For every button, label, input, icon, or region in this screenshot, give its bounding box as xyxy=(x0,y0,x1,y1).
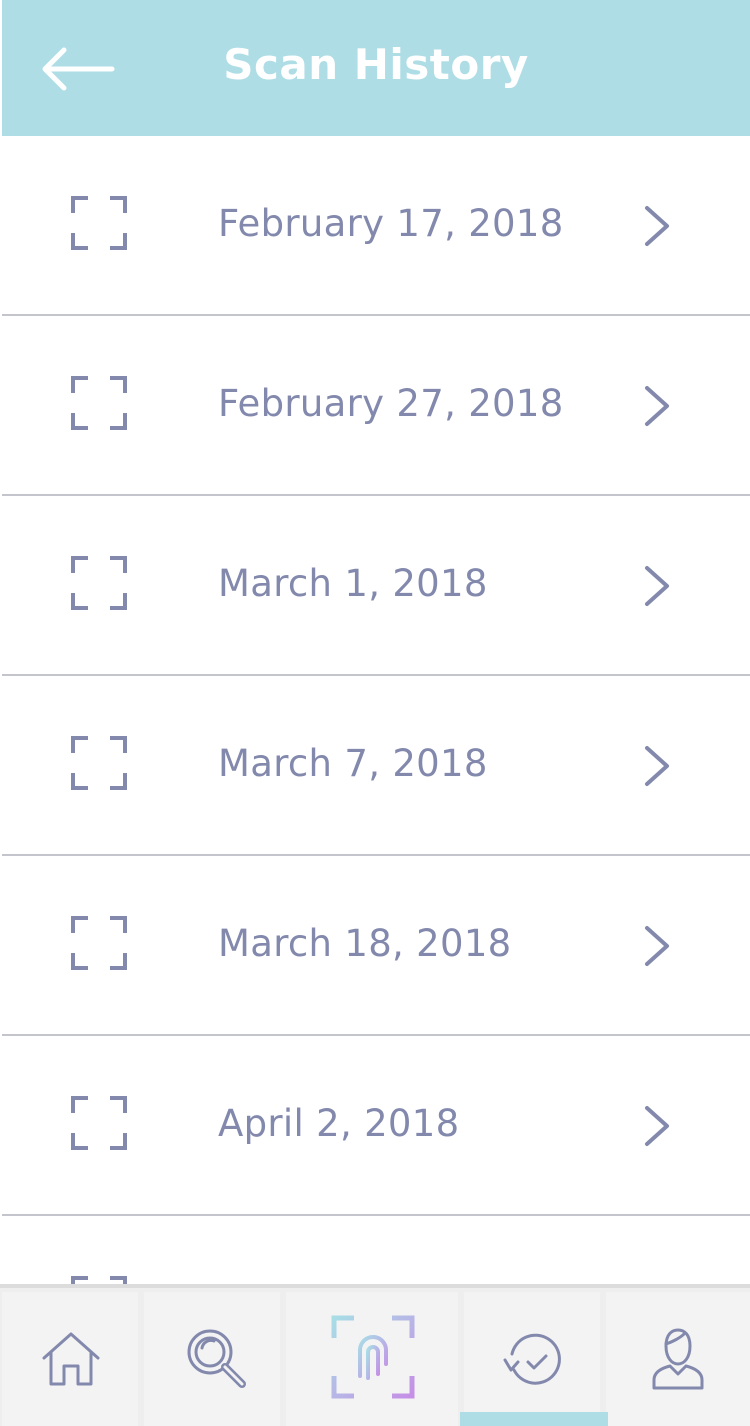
scan-frame-icon xyxy=(71,1276,127,1284)
scan-history-list: February 17, 2018 February 27, 2018 Marc… xyxy=(2,136,750,1284)
bottom-tab-bar xyxy=(0,1284,750,1426)
scan-date: April 2, 2018 xyxy=(218,1102,460,1145)
scan-history-row[interactable]: March 1, 2018 xyxy=(2,496,750,676)
scan-history-row[interactable]: March 7, 2018 xyxy=(2,676,750,856)
fingerprint-scan-icon xyxy=(331,1315,415,1399)
scan-date: March 18, 2018 xyxy=(218,922,512,965)
chevron-right-icon xyxy=(645,206,669,246)
scan-frame-icon xyxy=(71,196,127,250)
tab-profile[interactable] xyxy=(606,1292,750,1426)
scan-frame-icon xyxy=(71,1096,127,1150)
scan-frame-icon xyxy=(71,376,127,430)
chevron-right-icon xyxy=(645,566,669,606)
chevron-right-icon xyxy=(645,746,669,786)
tab-home[interactable] xyxy=(2,1292,138,1426)
page-title: Scan History xyxy=(223,40,529,89)
chevron-right-icon xyxy=(645,1106,669,1146)
app-header: Scan History xyxy=(2,0,750,136)
scan-date: February 17, 2018 xyxy=(218,202,564,245)
history-clock-icon xyxy=(503,1333,561,1385)
chevron-right-icon xyxy=(645,386,669,426)
scan-date: February 27, 2018 xyxy=(218,382,564,425)
user-profile-icon xyxy=(652,1328,704,1390)
scan-history-row[interactable]: February 27, 2018 xyxy=(2,316,750,496)
scan-history-row[interactable] xyxy=(2,1216,750,1284)
scan-date: March 1, 2018 xyxy=(218,562,488,605)
home-icon xyxy=(42,1332,100,1386)
search-magnifier-icon xyxy=(187,1329,246,1388)
scan-frame-icon xyxy=(71,916,127,970)
tab-history[interactable] xyxy=(464,1292,600,1426)
tab-scan[interactable] xyxy=(286,1292,458,1426)
scan-frame-icon xyxy=(71,736,127,790)
scan-date: March 7, 2018 xyxy=(218,742,488,785)
scan-frame-icon xyxy=(71,556,127,610)
scan-history-row[interactable]: April 2, 2018 xyxy=(2,1036,750,1216)
chevron-right-icon xyxy=(645,926,669,966)
scan-history-row[interactable]: February 17, 2018 xyxy=(2,136,750,316)
tab-search[interactable] xyxy=(144,1292,280,1426)
scan-history-row[interactable]: March 18, 2018 xyxy=(2,856,750,1036)
active-tab-indicator xyxy=(460,1412,608,1426)
